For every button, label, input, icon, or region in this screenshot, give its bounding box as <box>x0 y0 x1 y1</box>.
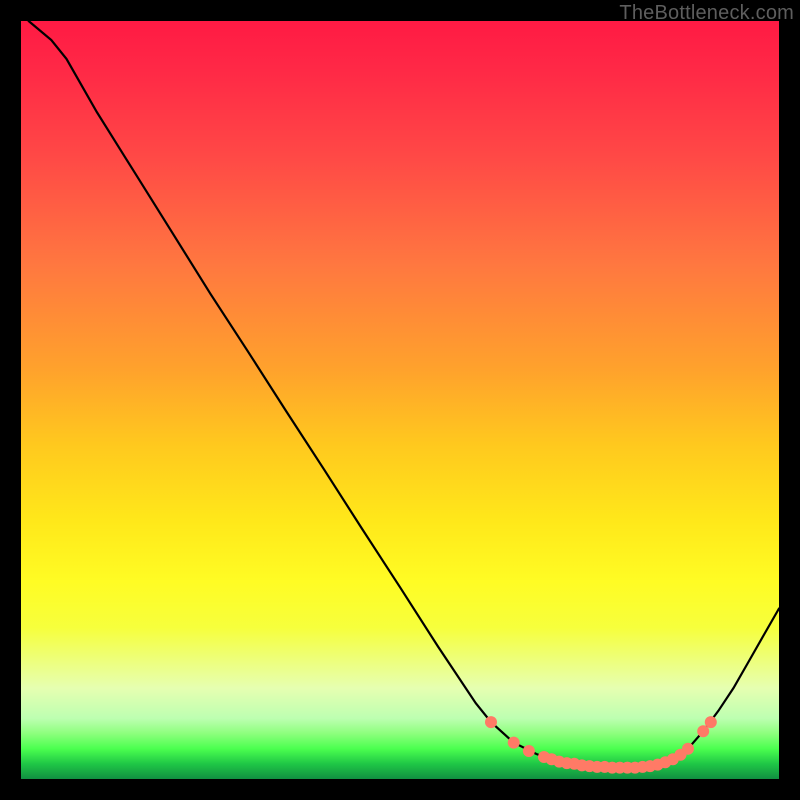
chart-stage: TheBottleneck.com <box>0 0 800 800</box>
highlight-marker <box>508 737 520 749</box>
bottleneck-curve <box>29 21 779 768</box>
highlight-marker <box>705 716 717 728</box>
highlight-marker <box>523 745 535 757</box>
watermark-text: TheBottleneck.com <box>619 2 794 25</box>
highlight-marker <box>485 716 497 728</box>
highlight-marker <box>682 743 694 755</box>
chart-overlay <box>21 21 779 779</box>
